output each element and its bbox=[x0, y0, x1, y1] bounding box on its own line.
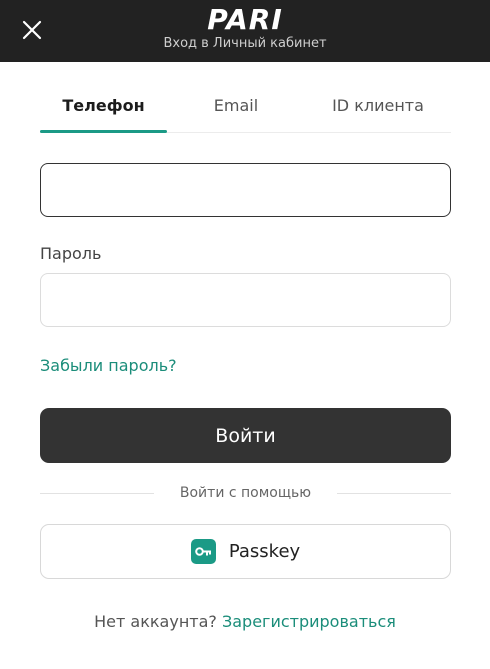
divider-text: Войти с помощью bbox=[179, 485, 312, 501]
tab-client-id[interactable]: ID клиента bbox=[312, 84, 444, 130]
tab-phone[interactable]: Телефон bbox=[40, 84, 167, 130]
forgot-password-link[interactable]: Забыли пароль? bbox=[40, 356, 177, 375]
header-subtitle: Вход в Личный кабинет bbox=[163, 36, 327, 51]
pari-logo: PARI bbox=[0, 4, 490, 34]
password-label: Пароль bbox=[40, 244, 102, 263]
login-with-divider: Войти с помощью bbox=[40, 484, 451, 504]
register-link[interactable]: Зарегистрироваться bbox=[222, 612, 396, 631]
active-tab-indicator bbox=[40, 130, 167, 133]
password-input[interactable] bbox=[40, 273, 451, 327]
passkey-button[interactable]: Passkey bbox=[40, 524, 451, 579]
no-account-text: Нет аккаунта? bbox=[94, 612, 217, 631]
header: PARI Вход в Личный кабинет bbox=[0, 0, 490, 62]
phone-input[interactable] bbox=[40, 163, 451, 217]
logo-text: PARI bbox=[207, 4, 283, 34]
login-button[interactable]: Войти bbox=[40, 408, 451, 463]
passkey-label: Passkey bbox=[228, 541, 301, 562]
login-method-tabs: Телефон Email ID клиента bbox=[40, 84, 451, 133]
key-icon bbox=[190, 539, 216, 564]
tab-email[interactable]: Email bbox=[180, 84, 292, 130]
register-prompt: Нет аккаунта? Зарегистрироваться bbox=[0, 612, 490, 631]
